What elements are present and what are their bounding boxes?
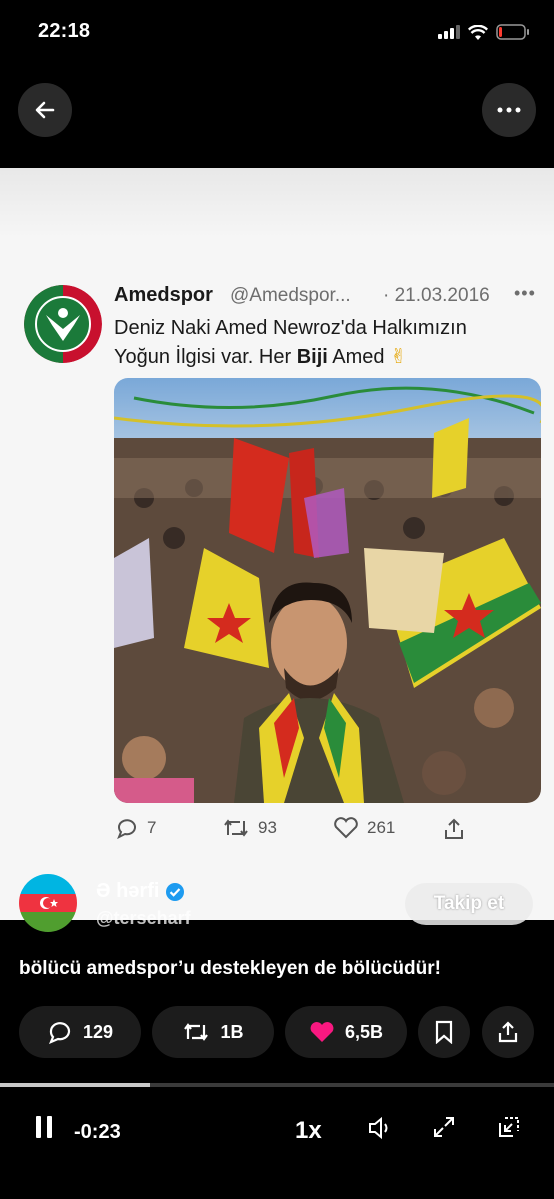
bookmark-button[interactable] xyxy=(418,1006,470,1058)
repost-icon xyxy=(184,1023,209,1041)
pause-button[interactable] xyxy=(34,1115,54,1139)
wifi-icon xyxy=(468,24,488,40)
tweet-reply-stat: 7 xyxy=(115,817,156,839)
minimize-button[interactable] xyxy=(497,1115,521,1139)
tweet-share-stat xyxy=(442,817,466,841)
remaining-time: -0:23 xyxy=(74,1121,121,1143)
heart-icon xyxy=(334,817,358,839)
back-button[interactable] xyxy=(18,83,72,137)
follow-button[interactable]: Takip et xyxy=(405,883,533,925)
tweet-like-stat: 261 xyxy=(333,817,395,839)
signal-icon xyxy=(438,25,460,39)
share-icon xyxy=(498,1021,518,1043)
status-time: 22:18 xyxy=(38,20,91,42)
volume-button[interactable] xyxy=(367,1115,393,1141)
pause-icon xyxy=(36,1116,52,1138)
expand-icon xyxy=(434,1117,454,1137)
reply-icon xyxy=(117,819,136,839)
tweet-author-name: Amedspor xyxy=(114,284,213,306)
more-options-button[interactable] xyxy=(482,83,536,137)
picture-in-picture-icon xyxy=(499,1117,519,1137)
author-handle[interactable]: @terseharf xyxy=(96,908,191,929)
battery-icon xyxy=(496,24,529,40)
speaker-icon xyxy=(369,1116,388,1140)
repost-button[interactable]: 1B xyxy=(152,1006,274,1058)
playback-speed-button[interactable]: 1x xyxy=(295,1117,322,1145)
share-icon xyxy=(445,818,463,839)
arrow-left-icon xyxy=(35,101,55,119)
author-avatar[interactable] xyxy=(19,874,77,932)
heart-filled-icon xyxy=(310,1022,334,1042)
tweet-more-icon: ••• xyxy=(514,283,536,303)
reply-icon xyxy=(48,1022,71,1044)
fullscreen-button[interactable] xyxy=(432,1115,456,1139)
share-button[interactable] xyxy=(482,1006,534,1058)
video-progress-fill xyxy=(0,1083,150,1087)
video-progress-bar[interactable] xyxy=(0,1083,554,1087)
tweet-photo-crowd xyxy=(114,378,541,803)
more-dots-icon xyxy=(497,107,521,113)
like-button[interactable]: 6,5B xyxy=(285,1006,407,1058)
status-icons xyxy=(438,24,530,40)
reply-button[interactable]: 129 xyxy=(19,1006,141,1058)
tweet-retweet-stat: 93 xyxy=(222,817,277,839)
victory-hand-icon: ✌ xyxy=(390,346,407,368)
tweet-text: Deniz Naki Amed Newroz'da Halkımızın Yoğ… xyxy=(114,314,534,372)
tweet-author-handle: @Amedspor... xyxy=(230,285,351,306)
amedspor-logo-avatar xyxy=(24,285,102,363)
verified-badge-icon xyxy=(166,882,185,901)
tweet-date: · 21.03.2016 xyxy=(383,285,490,306)
tweet-text-line2: Yoğun İlgisi var. Her Biji Amed ✌ xyxy=(114,346,407,368)
post-caption: bölücü amedspor’u destekleyen de bölücüd… xyxy=(19,958,441,979)
bookmark-icon xyxy=(435,1020,453,1044)
author-name[interactable]: Ə hərfi xyxy=(96,880,185,903)
retweet-icon xyxy=(224,819,248,837)
tweet-text-line1: Deniz Naki Amed Newroz'da Halkımızın xyxy=(114,317,467,339)
